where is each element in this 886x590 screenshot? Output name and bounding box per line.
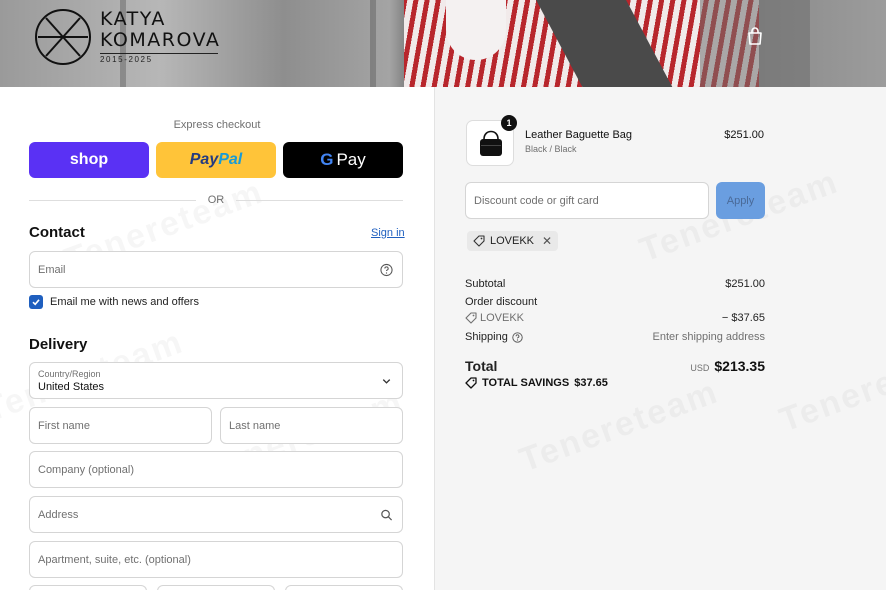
order-discount-row: Order discount (465, 296, 765, 308)
divider-line (236, 199, 403, 201)
order-discount-label: Order discount (465, 296, 538, 308)
google-pay-button[interactable]: G Pay (283, 142, 403, 178)
state-select[interactable] (157, 585, 275, 590)
company-field[interactable]: Company (optional) (29, 451, 403, 488)
watermark: Tenereteam (775, 333, 886, 441)
newsletter-row[interactable]: Email me with news and offers (29, 295, 199, 309)
shop-pay-label: shop (69, 151, 109, 168)
tag-icon (465, 312, 477, 324)
product-price: $251.00 (724, 129, 764, 141)
brand-wordmark: KATYA KOMAROVA 2015-2025 (100, 9, 220, 64)
company-placeholder: Company (optional) (38, 463, 134, 476)
or-label: OR (207, 194, 225, 206)
brand-years: 2015-2025 (100, 53, 218, 64)
subtotal-value: $251.00 (725, 278, 765, 290)
country-label: Country/Region (38, 369, 101, 379)
shipping-row: Shipping Enter shipping address (465, 331, 765, 343)
checkmark-icon (32, 299, 40, 306)
applied-discount-chip: LOVEKK ✕ (467, 231, 559, 251)
help-circle-icon[interactable] (512, 331, 523, 343)
last-name-field[interactable]: Last name (220, 407, 403, 444)
total-label: Total (465, 358, 498, 374)
divider-line (29, 199, 196, 201)
discount-code-name: LOVEKK (480, 312, 525, 324)
last-name-placeholder: Last name (229, 419, 281, 432)
remove-discount-icon[interactable]: ✕ (542, 234, 552, 248)
savings-label: TOTAL SAVINGS (482, 377, 570, 389)
city-field[interactable] (29, 585, 147, 590)
contact-heading: Contact (29, 224, 85, 241)
or-divider: OR (29, 193, 403, 207)
help-circle-icon[interactable] (380, 263, 393, 276)
address-field[interactable]: Address (29, 496, 403, 533)
header-banner: KATYA KOMAROVA 2015-2025 (0, 0, 886, 87)
chevron-down-icon (382, 378, 391, 384)
shipping-label: Shipping (465, 331, 508, 343)
zip-field[interactable] (285, 585, 403, 590)
discount-placeholder: Discount code or gift card (474, 194, 599, 207)
search-icon (381, 509, 393, 521)
shipping-value: Enter shipping address (652, 331, 765, 343)
banner-photo-detail (446, 0, 506, 60)
savings-value: $37.65 (574, 377, 608, 389)
currency-code: USD (690, 363, 710, 373)
country-value: United States (38, 381, 105, 393)
tag-icon (473, 235, 485, 247)
email-placeholder: Email (38, 263, 66, 276)
newsletter-checkbox[interactable] (29, 295, 43, 309)
express-checkout-label: Express checkout (173, 119, 261, 131)
newsletter-label: Email me with news and offers (50, 296, 199, 308)
apartment-field[interactable]: Apartment, suite, etc. (optional) (29, 541, 403, 578)
logo-mark-icon (35, 9, 91, 65)
product-variant: Black / Black (525, 144, 577, 154)
quantity-badge: 1 (501, 115, 517, 131)
discount-code-input[interactable]: Discount code or gift card (465, 182, 709, 219)
subtotal-label: Subtotal (465, 278, 506, 290)
product-name: Leather Baguette Bag (525, 129, 633, 141)
google-pay-label: Pay (336, 150, 366, 169)
discount-value: − $37.65 (721, 312, 765, 324)
total-row: Total USD $213.35 (465, 358, 765, 374)
delivery-heading: Delivery (29, 336, 88, 353)
first-name-placeholder: First name (38, 419, 90, 432)
google-g-icon: G (320, 150, 334, 169)
paypal-label-pal: Pal (218, 151, 243, 168)
shipping-label-group: Shipping (465, 331, 523, 343)
shopping-bag-icon[interactable] (745, 26, 765, 46)
brand-logo[interactable]: KATYA KOMAROVA 2015-2025 (34, 8, 220, 66)
apartment-placeholder: Apartment, suite, etc. (optional) (38, 553, 191, 566)
total-savings: TOTAL SAVINGS $37.65 (465, 377, 608, 389)
discount-code-detail: LOVEKK (465, 312, 524, 324)
first-name-field[interactable]: First name (29, 407, 212, 444)
total-value: $213.35 (714, 358, 765, 374)
total-amount-group: USD $213.35 (690, 358, 765, 374)
brand-name-line2: KOMAROVA (100, 29, 221, 51)
checkout-form: Tenereteam Tenereteam Tenereteam Express… (0, 87, 434, 590)
country-select[interactable]: Country/Region United States (29, 362, 403, 399)
applied-code-label: LOVEKK (490, 235, 535, 247)
paypal-label-pay: Pay (189, 151, 219, 168)
subtotal-row: Subtotal $251.00 (465, 278, 765, 290)
apply-discount-button[interactable]: Apply (716, 182, 765, 219)
tag-icon (465, 377, 477, 389)
address-placeholder: Address (38, 508, 79, 521)
sign-in-link[interactable]: Sign in (371, 227, 405, 239)
email-field[interactable]: Email (29, 251, 403, 288)
shop-pay-button[interactable]: shop (29, 142, 149, 178)
paypal-button[interactable]: Pay Pal (156, 142, 276, 178)
background-detail (370, 0, 376, 87)
brand-name-line1: KATYA (100, 8, 166, 30)
discount-code-row: LOVEKK − $37.65 (465, 312, 765, 327)
order-summary: Tenereteam Tenereteam Tenereteam 1 Leath… (434, 87, 886, 590)
